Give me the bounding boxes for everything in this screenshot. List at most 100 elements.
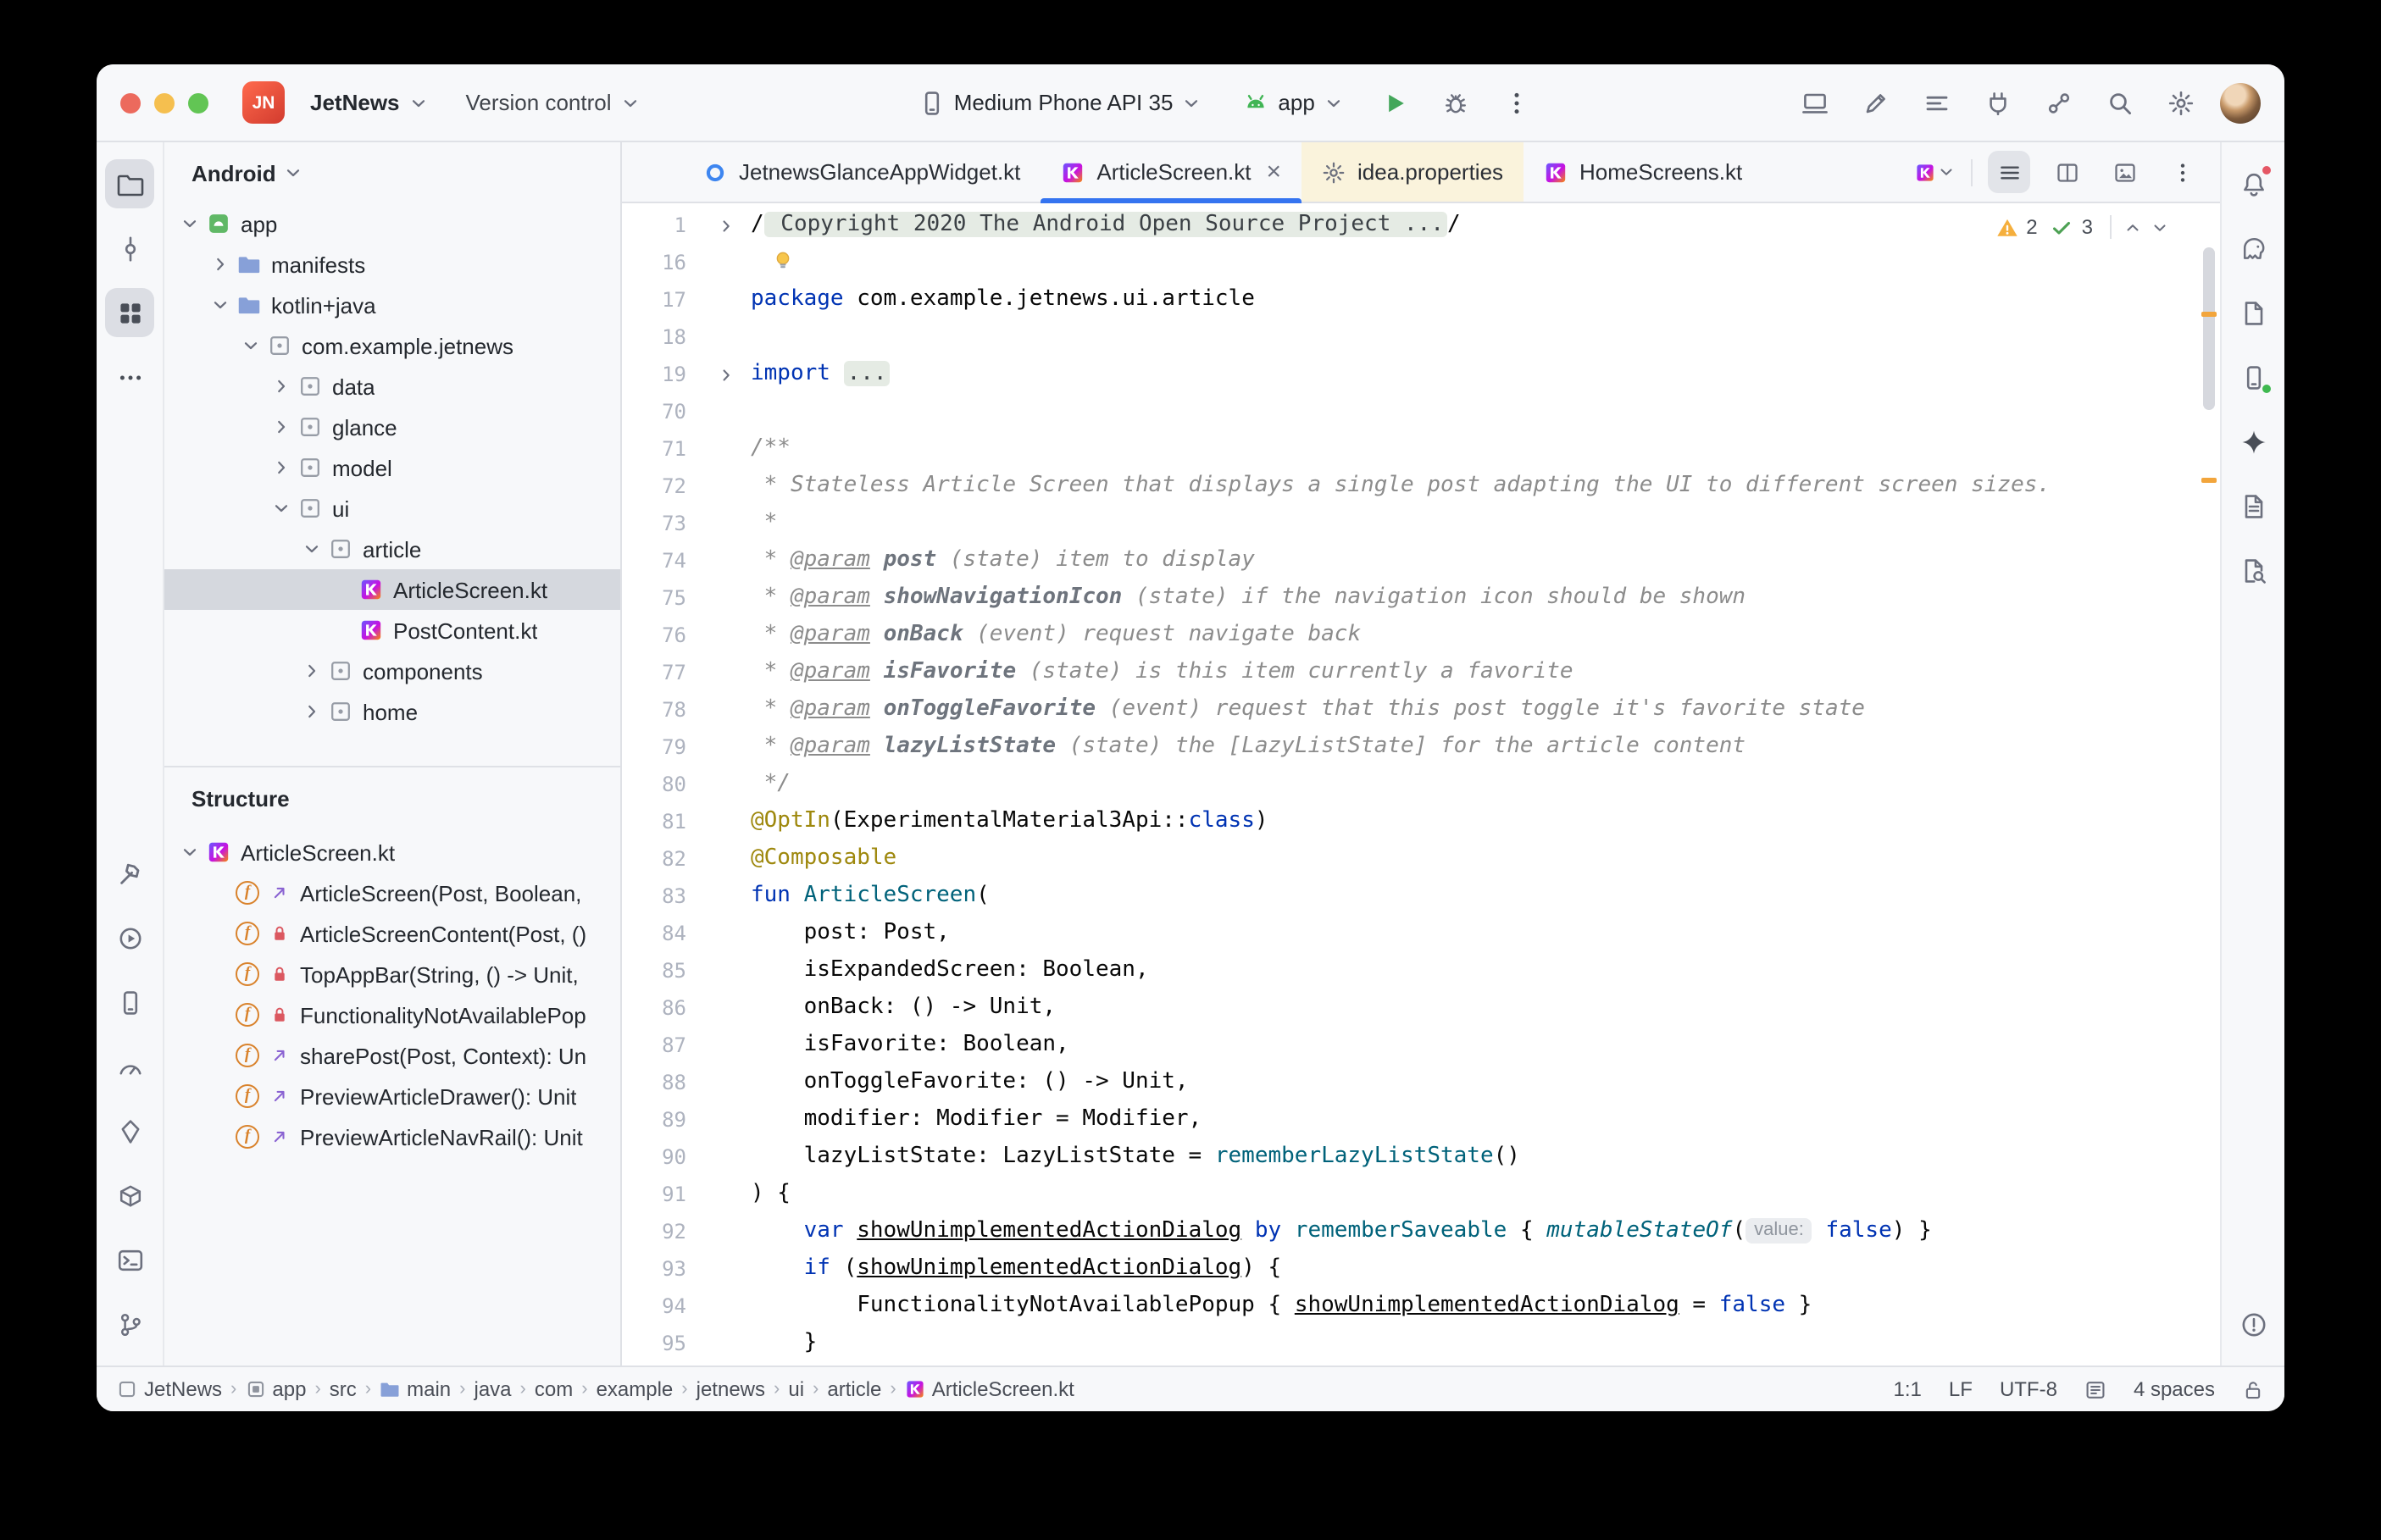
line-number[interactable]: 74 (622, 549, 700, 573)
line-number[interactable]: 78 (622, 698, 700, 722)
line-number[interactable]: 95 (622, 1332, 700, 1355)
close-window-button[interactable] (120, 92, 141, 113)
resource-manager-button[interactable] (105, 1106, 154, 1155)
project-tree-item[interactable]: manifests (164, 244, 620, 285)
project-tree-item[interactable]: ArticleScreen.kt (164, 569, 620, 610)
more-actions-button[interactable] (1495, 80, 1539, 125)
code-line[interactable]: 79 * @param lazyListState (state) the [L… (622, 728, 2196, 766)
profiler-button[interactable] (105, 1042, 154, 1091)
editor-tab[interactable]: idea.properties (1302, 142, 1524, 202)
line-number[interactable]: 71 (622, 437, 700, 461)
version-control-button[interactable] (105, 1299, 154, 1349)
debug-button[interactable] (1434, 80, 1478, 125)
breadcrumb-item[interactable]: app (245, 1377, 306, 1401)
lock-open-icon[interactable] (2242, 1378, 2264, 1400)
code-line[interactable]: 84 post: Post, (622, 915, 2196, 952)
line-number[interactable]: 19 (622, 363, 700, 386)
project-tree-item[interactable]: com.example.jetnews (164, 325, 620, 366)
breadcrumb-item[interactable]: src (330, 1377, 357, 1401)
breadcrumb-item[interactable]: JetNews (117, 1377, 222, 1401)
device-mirroring-button[interactable] (1793, 80, 1837, 125)
structure-item[interactable]: fFunctionalityNotAvailablePop (164, 994, 620, 1035)
editor-tab[interactable]: ArticleScreen.kt× (1041, 142, 1302, 202)
warning-stripe-mark[interactable] (2201, 312, 2217, 317)
code-line[interactable]: 89 modifier: Modifier = Modifier, (622, 1101, 2196, 1138)
code-line[interactable]: 82@Composable (622, 840, 2196, 878)
warning-stripe-mark[interactable] (2201, 478, 2217, 483)
code-line[interactable]: 88 onToggleFavorite: () -> Unit, (622, 1064, 2196, 1101)
project-tree-item[interactable]: data (164, 366, 620, 407)
vcs-widget[interactable]: Version control (454, 79, 652, 126)
tab-list-button[interactable] (1988, 151, 2030, 193)
editor-tab[interactable]: JetnewsGlanceAppWidget.kt (683, 142, 1041, 202)
line-number[interactable]: 80 (622, 773, 700, 796)
line-number[interactable]: 16 (622, 251, 700, 274)
code-line[interactable]: 17package com.example.jetnews.ui.article (622, 281, 2196, 319)
fold-marker[interactable] (700, 216, 751, 235)
build-menu-button[interactable] (1915, 80, 1959, 125)
device-file-explorer-button[interactable] (2228, 288, 2278, 337)
line-number[interactable]: 79 (622, 735, 700, 759)
project-switcher[interactable]: JetNews (298, 79, 441, 126)
previous-problem-button[interactable] (2123, 218, 2142, 236)
editor-tab[interactable]: HomeScreens.kt (1524, 142, 1762, 202)
file-encoding[interactable]: UTF-8 (2000, 1377, 2057, 1401)
line-number[interactable]: 70 (622, 400, 700, 424)
gradle-button[interactable] (2228, 224, 2278, 273)
code-line[interactable]: 70 (622, 393, 2196, 430)
line-number[interactable]: 1 (622, 213, 700, 237)
code-line[interactable]: 95 } (622, 1325, 2196, 1362)
line-number[interactable]: 83 (622, 884, 700, 908)
line-number[interactable]: 77 (622, 661, 700, 684)
editor-scrollbar[interactable] (2198, 203, 2218, 1366)
code-review-button[interactable] (1854, 80, 1898, 125)
breadcrumb-item[interactable]: main (380, 1377, 451, 1401)
project-tree-item[interactable]: model (164, 447, 620, 488)
code-line[interactable]: 93 if (showUnimplementedActionDialog) { (622, 1250, 2196, 1288)
app-inspection-button[interactable] (2228, 546, 2278, 595)
structure-panel-header[interactable]: Structure (164, 767, 620, 828)
code-line[interactable]: 73 * (622, 505, 2196, 542)
line-number[interactable]: 87 (622, 1033, 700, 1057)
line-number[interactable]: 92 (622, 1220, 700, 1244)
line-number[interactable]: 91 (622, 1183, 700, 1206)
structure-item[interactable]: fsharePost(Post, Context): Un (164, 1035, 620, 1076)
line-number[interactable]: 93 (622, 1257, 700, 1281)
project-tree-item[interactable]: ui (164, 488, 620, 529)
code-line[interactable]: 78 * @param onToggleFavorite (event) req… (622, 691, 2196, 728)
line-number[interactable]: 75 (622, 586, 700, 610)
code-line[interactable]: 90 lazyListState: LazyListState = rememb… (622, 1138, 2196, 1176)
project-folder-button[interactable] (105, 159, 154, 208)
editor-options-button[interactable] (2161, 151, 2203, 193)
notifications-button[interactable] (2228, 159, 2278, 208)
device-manager-button[interactable] (105, 978, 154, 1027)
structure-item[interactable]: fTopAppBar(String, () -> Unit, (164, 954, 620, 994)
code-line[interactable]: 76 * @param onBack (event) request navig… (622, 617, 2196, 654)
code-line[interactable]: 16 (622, 244, 2196, 281)
device-selector[interactable]: Medium Phone API 35 (907, 79, 1214, 126)
problems-button[interactable] (2228, 1299, 2278, 1349)
project-tree-item[interactable]: PostContent.kt (164, 610, 620, 651)
minimize-window-button[interactable] (154, 92, 175, 113)
scrollbar-thumb[interactable] (2203, 247, 2215, 410)
code-line[interactable]: 86 onBack: () -> Unit, (622, 989, 2196, 1027)
run-configuration-selector[interactable]: app (1230, 79, 1355, 126)
project-tree-item[interactable]: article (164, 529, 620, 569)
code-line[interactable]: 87 isFavorite: Boolean, (622, 1027, 2196, 1064)
structure-item[interactable]: fPreviewArticleDrawer(): Unit (164, 1076, 620, 1116)
line-number[interactable]: 89 (622, 1108, 700, 1132)
line-number[interactable]: 76 (622, 623, 700, 647)
structure-item[interactable]: fArticleScreen(Post, Boolean, (164, 872, 620, 913)
build-button[interactable] (105, 849, 154, 898)
code-line[interactable]: 18 (622, 319, 2196, 356)
breadcrumb-item[interactable]: java (475, 1377, 512, 1401)
logcat-button[interactable] (2228, 481, 2278, 530)
zoom-window-button[interactable] (188, 92, 208, 113)
structure-button[interactable] (105, 288, 154, 337)
project-tree-item[interactable]: glance (164, 407, 620, 447)
code-line[interactable]: 94 FunctionalityNotAvailablePopup { show… (622, 1288, 2196, 1325)
code-line[interactable]: 74 * @param post (state) item to display (622, 542, 2196, 579)
breadcrumb-item[interactable]: jetnews (697, 1377, 765, 1401)
user-avatar[interactable] (2220, 82, 2261, 123)
code-line[interactable]: 75 * @param showNavigationIcon (state) i… (622, 579, 2196, 617)
